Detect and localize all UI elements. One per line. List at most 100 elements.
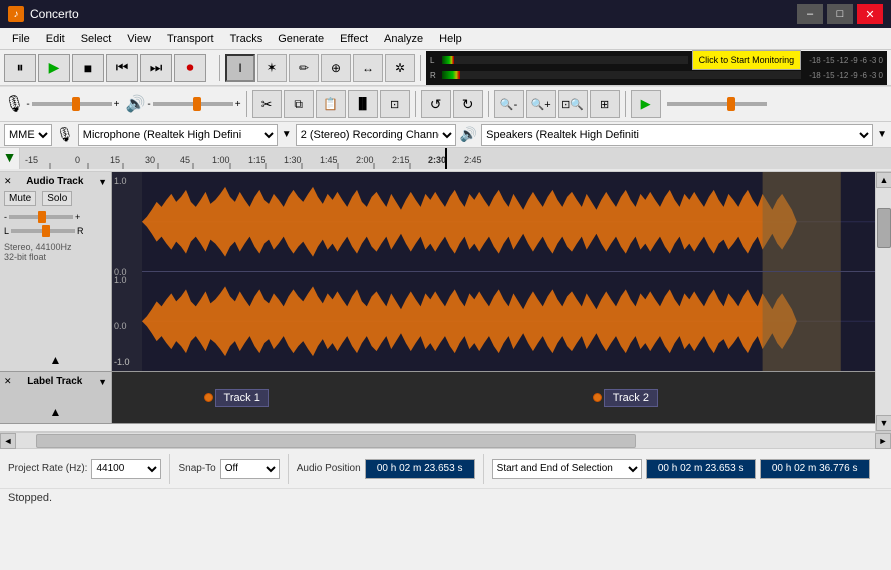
track-info: Stereo, 44100Hz32-bit float [4,242,107,262]
track-dropdown-icon[interactable]: ▼ [98,177,107,187]
menu-help[interactable]: Help [431,31,470,47]
solo-button[interactable]: Solo [42,191,72,206]
timeline-play-arrow[interactable]: ▼ [0,148,20,169]
hscroll-right-button[interactable]: ► [875,433,891,449]
host-select[interactable]: MME [4,124,52,146]
input-device-select[interactable]: Microphone (Realtek High Defini [78,124,278,146]
speaker-device-icon: 🔊 [460,126,477,143]
zoom-fit-button[interactable]: ⊞ [590,90,620,118]
minimize-button[interactable]: – [797,4,823,24]
label-track-expand-icon[interactable]: ▲ [4,405,107,419]
scroll-up-button[interactable]: ▲ [876,172,891,188]
next-button[interactable]: ⏭ [140,54,172,82]
maximize-button[interactable]: □ [827,4,853,24]
timeshift-tool[interactable]: ↔ [353,54,383,82]
scroll-track[interactable] [876,188,891,415]
monitoring-button[interactable]: Click to Start Monitoring [692,50,802,70]
scroll-thumb[interactable] [877,208,891,248]
main-content: ✕ Audio Track ▼ Mute Solo - + [0,172,891,432]
selection-mode-select[interactable]: Start and End of Selection [492,459,642,479]
menu-generate[interactable]: Generate [270,31,332,47]
close-button[interactable]: ✕ [857,4,883,24]
app-icon: ♪ [8,6,24,22]
playback-rate-thumb[interactable] [727,97,735,111]
redo-button[interactable]: ↻ [453,90,483,118]
label-track-controls: ✕ Label Track ▼ ▲ [0,372,112,423]
output-device-select[interactable]: Speakers (Realtek High Definiti [481,124,873,146]
selection-start-input[interactable] [646,459,756,479]
trim-button[interactable]: ▐▌ [348,90,378,118]
selection-end-input[interactable] [760,459,870,479]
cut-button[interactable]: ✂ [252,90,282,118]
multi-tool[interactable]: ✲ [385,54,415,82]
hscroll-left-button[interactable]: ◄ [0,433,16,449]
separator2 [420,55,421,81]
menu-analyze[interactable]: Analyze [376,31,431,47]
window-controls: – □ ✕ [797,4,883,24]
output-volume-thumb[interactable] [193,97,201,111]
menu-tracks[interactable]: Tracks [222,31,271,47]
track-volume-slider[interactable] [9,215,73,219]
label-content[interactable]: Track 1 Track 2 [112,372,875,423]
label-pin-2 [593,393,602,402]
svg-text:-15: -15 [25,155,38,165]
gain-min-label: - [26,99,29,110]
channels-select[interactable]: 2 (Stereo) Recording Channels [296,124,456,146]
stop-button[interactable]: ■ [72,54,104,82]
prev-button[interactable]: ⏮ [106,54,138,82]
copy-button[interactable]: ⧉ [284,90,314,118]
hscroll-track[interactable] [16,433,875,448]
menu-edit[interactable]: Edit [38,31,73,47]
track-pan-slider[interactable] [11,229,75,233]
zoom-tool[interactable]: ⊕ [321,54,351,82]
label-text-2[interactable]: Track 2 [604,389,658,407]
track-collapse-icon[interactable]: ▲ [4,353,107,367]
menu-select[interactable]: Select [73,31,120,47]
zoom-in-button[interactable]: 🔍+ [526,90,556,118]
svg-text:1:30: 1:30 [284,155,302,165]
play-selection-button[interactable]: ▶ [631,90,661,118]
play-button[interactable]: ▶ [38,54,70,82]
scale-bot2: -1.0 [114,357,130,367]
svg-text:2:45: 2:45 [464,155,482,165]
silence-button[interactable]: ⊡ [380,90,410,118]
project-rate-select[interactable]: 44100 [91,459,161,479]
hscroll-thumb[interactable] [36,434,636,448]
draw-tool[interactable]: ✏ [289,54,319,82]
envelope-tool[interactable]: ✶ [257,54,287,82]
timeline-track[interactable]: -15 0 15 30 45 1:00 1:15 1:30 1:45 2:00 … [20,148,891,169]
label-track-dropdown-icon[interactable]: ▼ [98,377,107,387]
track-pan-thumb[interactable] [42,225,50,237]
track-header: ✕ Audio Track ▼ [4,176,107,187]
pause-button[interactable]: ⏸ [4,54,36,82]
menu-transport[interactable]: Transport [159,31,222,47]
track-volume-thumb[interactable] [38,211,46,223]
zoom-sel-button[interactable]: ⊡🔍 [558,90,588,118]
menu-file[interactable]: File [4,31,38,47]
label-track-close-icon[interactable]: ✕ [4,376,12,387]
vol-plus: + [75,212,80,222]
svg-text:1:00: 1:00 [212,155,230,165]
zoom-out-button[interactable]: 🔍- [494,90,524,118]
output-volume-slider[interactable] [153,102,233,106]
scroll-down-button[interactable]: ▼ [876,415,891,431]
scale-top2: 1.0 [114,275,127,285]
audio-position-input[interactable] [365,459,475,479]
paste-button[interactable]: 📋 [316,90,346,118]
mute-button[interactable]: Mute [4,191,36,206]
snap-to-select[interactable]: Off [220,459,280,479]
selection-tool[interactable]: I [225,54,255,82]
separator3 [246,91,247,117]
input-gain-thumb[interactable] [72,97,80,111]
playback-rate-slider[interactable] [667,102,767,106]
separator6 [625,91,626,117]
menu-effect[interactable]: Effect [332,31,376,47]
undo-button[interactable]: ↺ [421,90,451,118]
menu-view[interactable]: View [119,31,159,47]
track-close-icon[interactable]: ✕ [4,176,12,187]
svg-text:45: 45 [180,155,190,165]
label-text-1[interactable]: Track 1 [215,389,269,407]
tracks-area: ✕ Audio Track ▼ Mute Solo - + [0,172,875,431]
input-gain-slider[interactable] [32,102,112,106]
record-button[interactable]: ⏺ [174,54,206,82]
